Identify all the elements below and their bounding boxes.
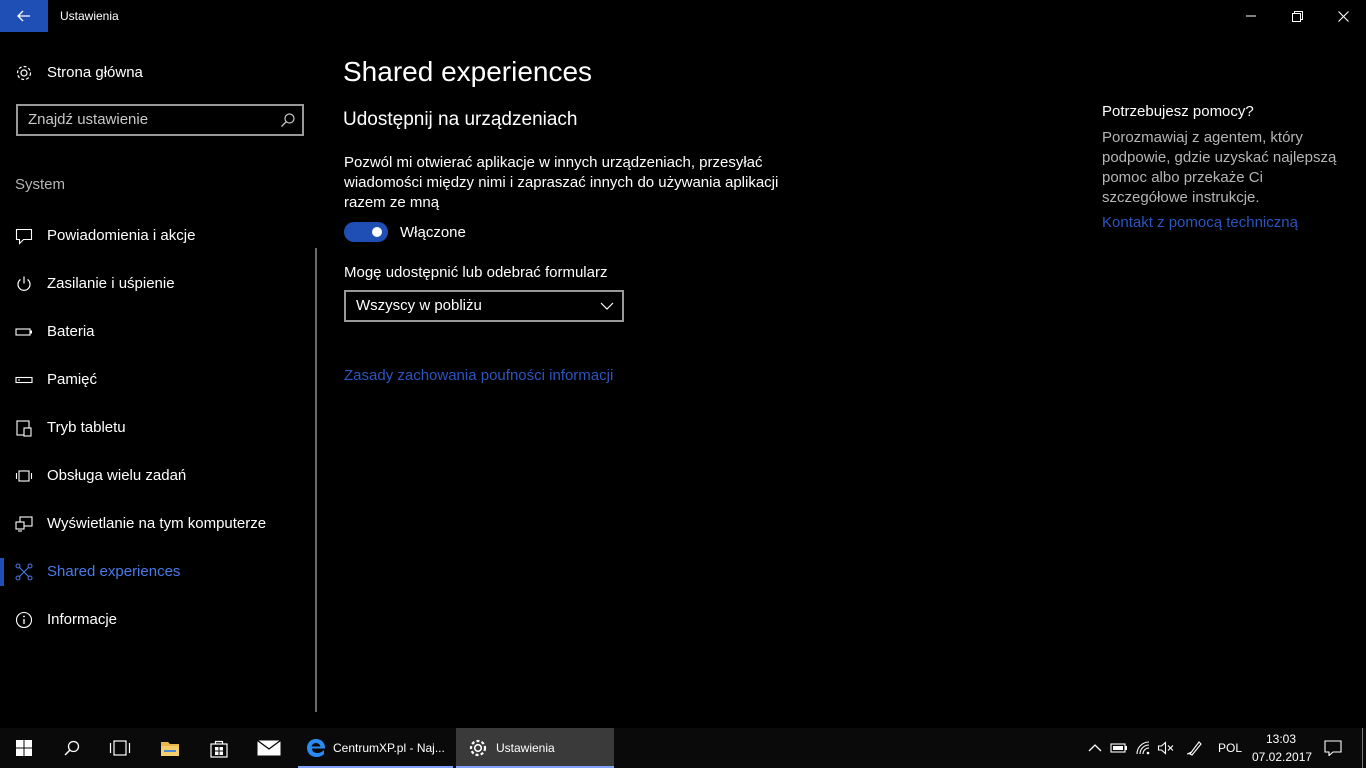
sidebar-item-tablet[interactable]: Tryb tabletu	[0, 404, 318, 452]
section-label-system: System	[15, 176, 66, 193]
sidebar-scrollbar[interactable]	[315, 248, 317, 712]
chevron-down-icon	[600, 302, 614, 310]
file-explorer-button[interactable]	[146, 728, 194, 768]
project-icon	[15, 516, 33, 532]
shared-experiences-toggle[interactable]	[344, 222, 388, 242]
sidebar-item-label: Tryb tabletu	[47, 419, 126, 436]
setting-description: Pozwól mi otwierać aplikacje w innych ur…	[344, 154, 779, 211]
clock-date[interactable]: 07.02.2017	[1252, 750, 1312, 764]
sidebar-item-label: Powiadomienia i akcje	[47, 227, 196, 244]
close-button[interactable]	[1320, 0, 1366, 32]
help-text: Porozmawiaj z agentem, który podpowie, g…	[1102, 129, 1337, 206]
active-indicator	[0, 558, 4, 586]
dropdown-label: Mogę udostępnić lub odebrać formularz	[344, 264, 608, 281]
sidebar-item-multitasking[interactable]: Obsługa wielu zadań	[0, 452, 318, 500]
store-button[interactable]	[195, 728, 243, 768]
nav-list: Powiadomienia i akcje Zasilanie i uśpien…	[0, 212, 318, 644]
folder-icon	[161, 742, 179, 756]
sidebar-item-label: Bateria	[47, 323, 95, 340]
network-icon[interactable]	[1135, 740, 1153, 756]
home-label: Strona główna	[47, 64, 143, 81]
sidebar-item-power[interactable]: Zasilanie i uśpienie	[0, 260, 318, 308]
sidebar-item-label: Zasilanie i uśpienie	[47, 275, 175, 292]
show-desktop-button[interactable]	[1362, 728, 1363, 768]
help-panel: Potrzebujesz pomocy? Porozmawiaj z agent…	[1102, 103, 1342, 231]
sidebar-item-label: Wyświetlanie na tym komputerze	[47, 515, 267, 532]
storage-icon	[15, 376, 33, 384]
contact-support-link[interactable]: Kontakt z pomocą techniczną	[1102, 214, 1342, 231]
section-title: Udostępnij na urządzeniach	[343, 109, 578, 130]
app-title: Ustawienia	[60, 9, 119, 23]
battery-icon	[15, 328, 32, 336]
restore-button[interactable]	[1274, 0, 1320, 32]
action-center-icon[interactable]	[1324, 740, 1342, 756]
multitasking-icon	[15, 470, 33, 482]
taskbar-app-settings[interactable]: Ustawienia	[456, 728, 614, 768]
tablet-icon	[16, 420, 32, 437]
windows-logo-icon	[16, 740, 32, 756]
sidebar-item-storage[interactable]: Pamięć	[0, 356, 318, 404]
taskbar-app-label: CentrumXP.pl - Naj...	[333, 741, 445, 755]
sidebar-item-label: Obsługa wielu zadań	[47, 467, 187, 484]
help-title: Potrzebujesz pomocy?	[1102, 103, 1254, 120]
home-link[interactable]: Strona główna	[0, 56, 318, 90]
toggle-state-label: Włączone	[400, 224, 466, 241]
volume-muted-icon[interactable]	[1157, 740, 1175, 756]
back-button[interactable]	[0, 0, 48, 32]
sidebar-item-label: Pamięć	[47, 371, 98, 388]
restore-icon	[1291, 10, 1303, 22]
gear-icon	[16, 65, 32, 81]
language-indicator[interactable]: POL	[1218, 741, 1242, 755]
gear-icon	[469, 739, 487, 757]
sidebar-item-project[interactable]: Wyświetlanie na tym komputerze	[0, 500, 318, 548]
minimize-icon	[1246, 15, 1256, 17]
search-box[interactable]	[16, 104, 304, 136]
toggle-knob	[372, 227, 382, 237]
sidebar-item-info[interactable]: Informacje	[0, 596, 318, 644]
mail-button[interactable]	[245, 728, 293, 768]
title-bar: Ustawienia	[0, 0, 1366, 32]
task-view-button[interactable]	[96, 728, 144, 768]
close-icon	[1337, 10, 1349, 22]
minimize-button[interactable]	[1228, 0, 1274, 32]
search-icon	[64, 740, 80, 756]
taskbar-app-edge[interactable]: CentrumXP.pl - Naj...	[298, 728, 453, 768]
dropdown-value: Wszyscy w pobliżu	[356, 297, 482, 314]
page-title: Shared experiences	[343, 56, 593, 87]
share-scope-dropdown[interactable]: Wszyscy w pobliżu	[344, 290, 624, 322]
chevron-up-icon[interactable]	[1086, 740, 1104, 756]
privacy-policy-link[interactable]: Zasady zachowania poufności informacji	[344, 367, 613, 384]
sidebar-item-shared-experiences[interactable]: Shared experiences	[0, 548, 318, 596]
edge-icon	[307, 739, 326, 757]
pen-workspace-icon[interactable]	[1186, 740, 1204, 756]
sidebar-item-battery[interactable]: Bateria	[0, 308, 318, 356]
start-button[interactable]	[0, 728, 48, 768]
sidebar: Strona główna System Powiadomienia i akc…	[0, 32, 318, 728]
taskbar-app-label: Ustawienia	[496, 741, 555, 755]
shared-experiences-icon	[15, 563, 33, 581]
store-bag-icon	[210, 740, 228, 758]
mail-icon	[257, 740, 281, 756]
sidebar-item-notifications[interactable]: Powiadomienia i akcje	[0, 212, 318, 260]
clock-time[interactable]: 13:03	[1266, 732, 1296, 746]
power-icon	[17, 276, 31, 291]
info-icon	[15, 611, 33, 629]
back-arrow-icon	[17, 10, 30, 22]
taskbar: CentrumXP.pl - Naj... Ustawienia POL 13:…	[0, 728, 1366, 768]
battery-charging-icon[interactable]	[1110, 740, 1128, 756]
sidebar-item-label: Informacje	[47, 611, 118, 628]
search-icon[interactable]	[280, 112, 296, 128]
notification-icon	[15, 228, 33, 245]
search-input[interactable]	[28, 111, 278, 128]
task-view-icon	[109, 740, 131, 756]
search-taskbar-button[interactable]	[48, 728, 96, 768]
sidebar-item-label: Shared experiences	[47, 563, 181, 580]
